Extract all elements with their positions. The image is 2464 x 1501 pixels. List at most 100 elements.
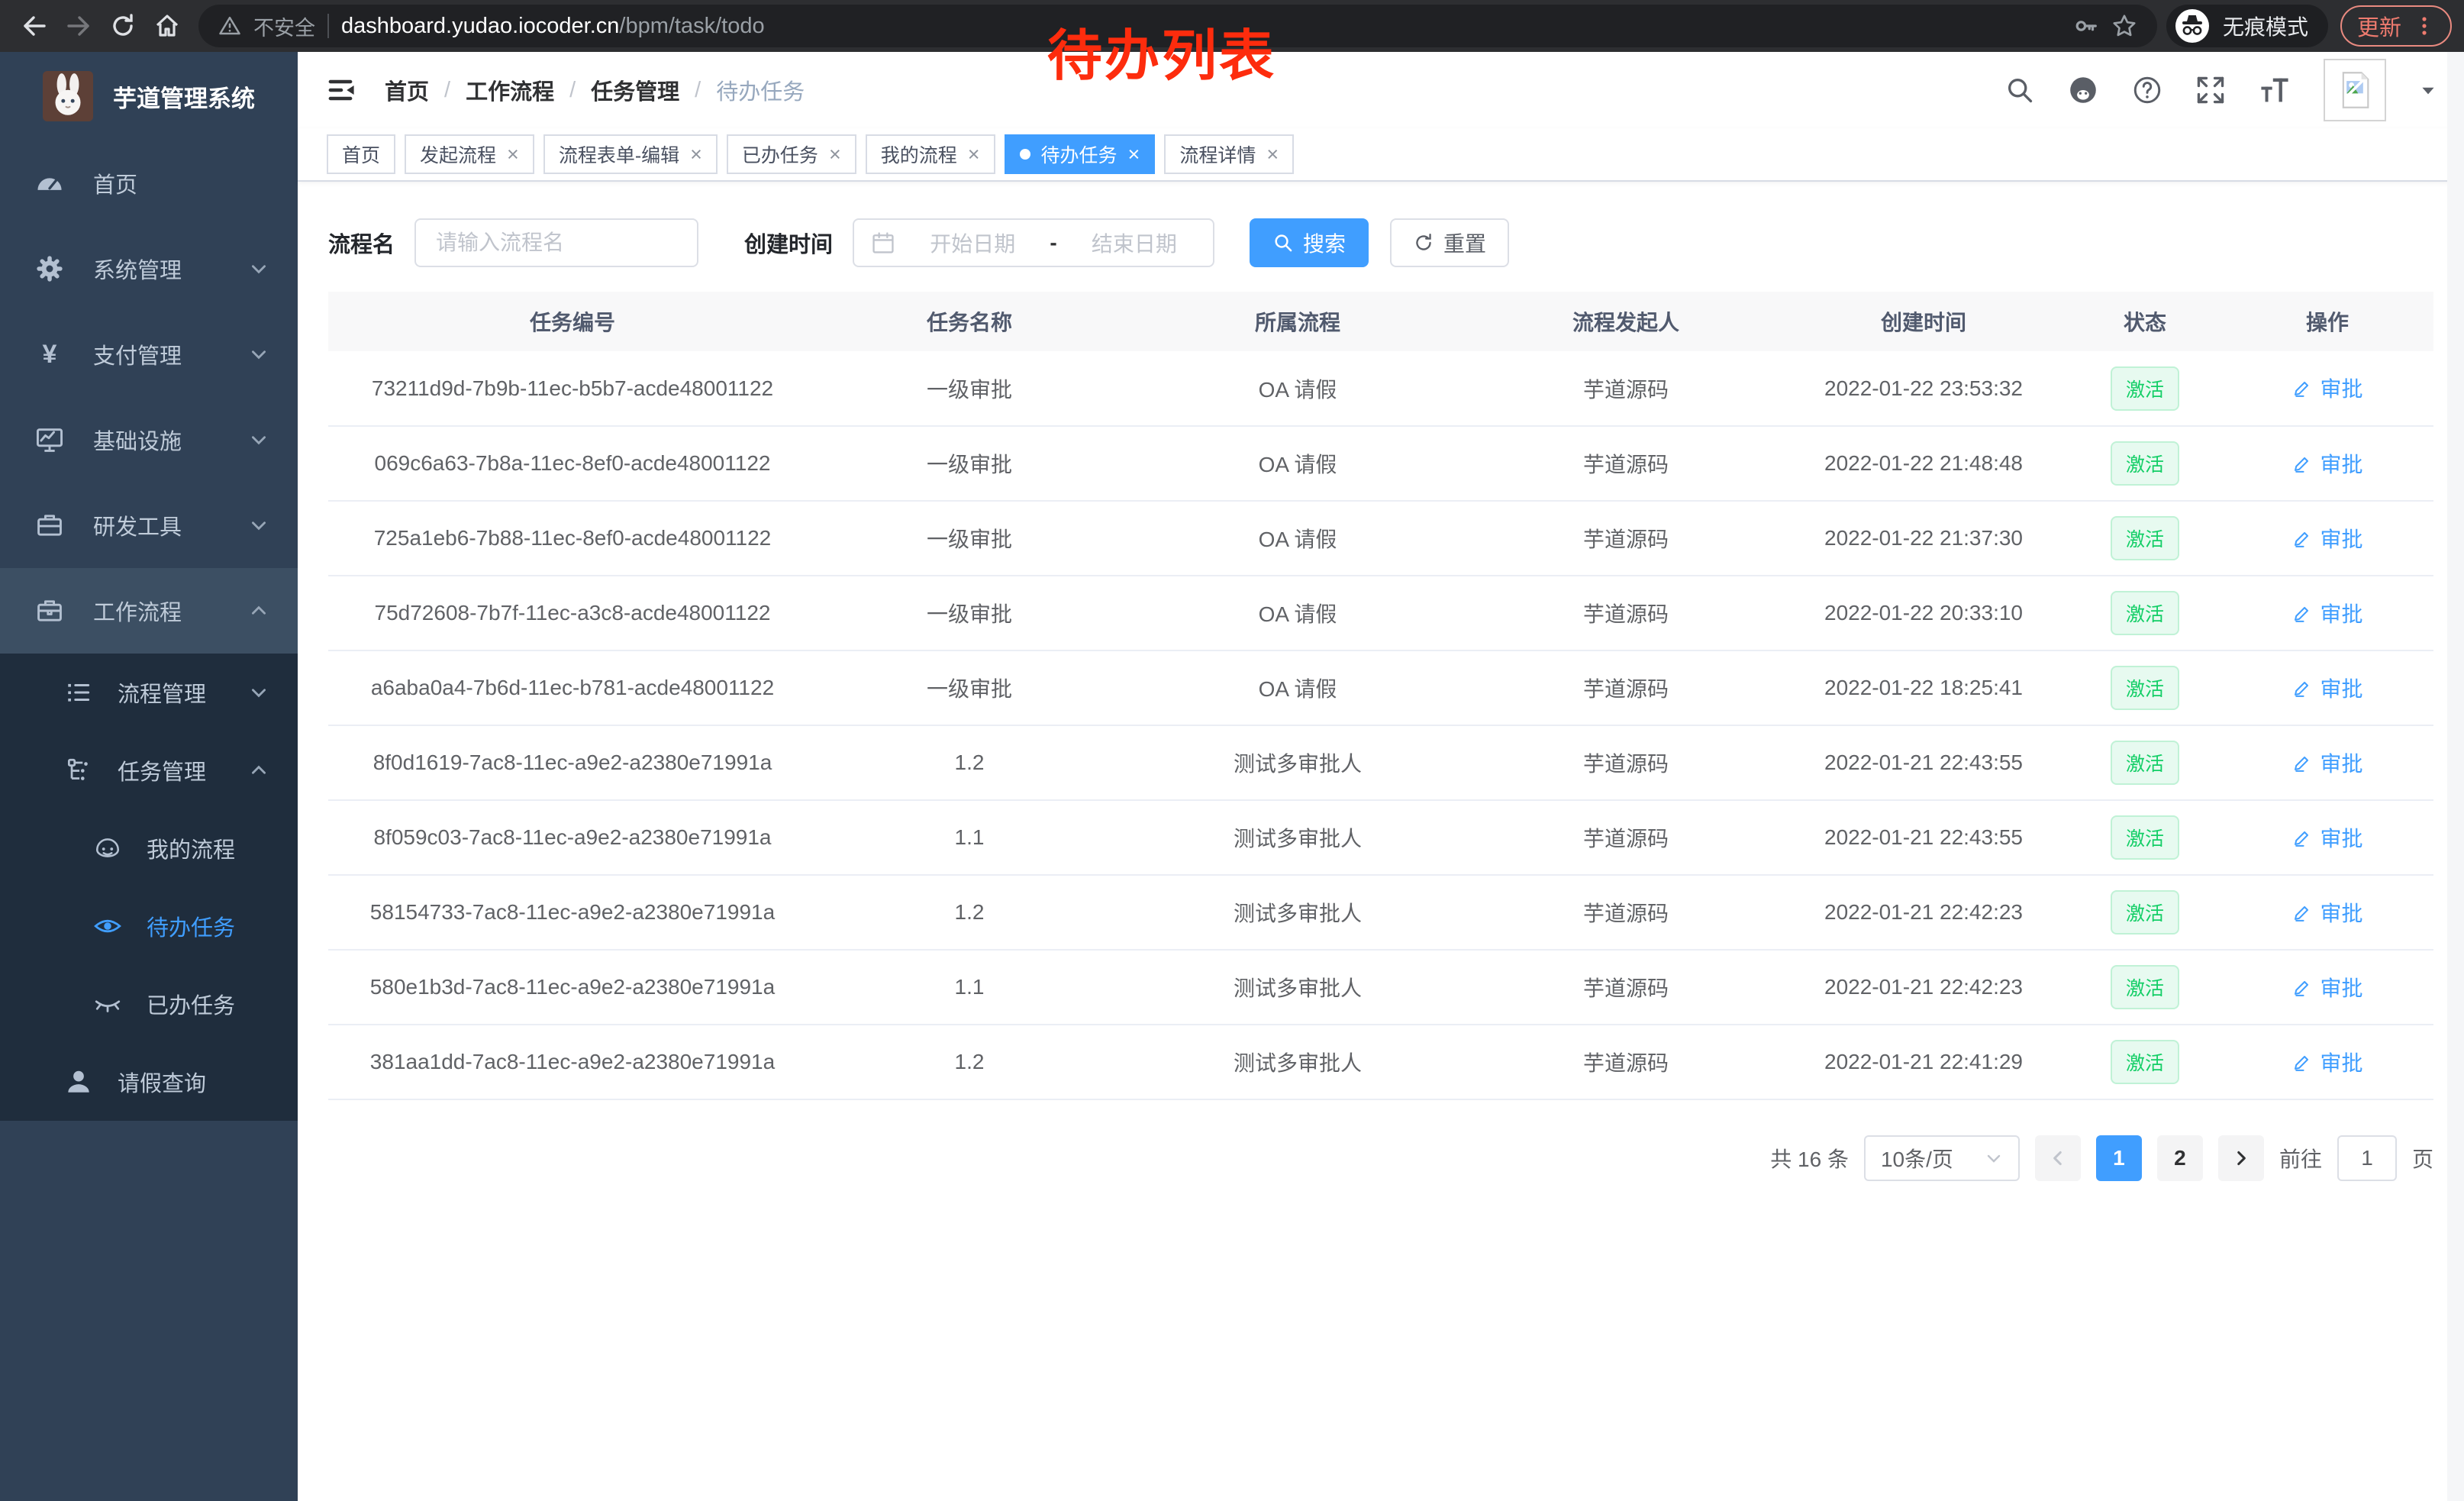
home-icon[interactable] (145, 4, 189, 48)
tab-process-form-edit[interactable]: 流程表单-编辑× (543, 134, 718, 174)
status-badge: 激活 (2111, 890, 2179, 934)
avatar[interactable] (2324, 59, 2386, 121)
cell-process: OA 请假 (1122, 501, 1473, 576)
breadcrumb-task-management[interactable]: 任务管理 (591, 74, 679, 106)
sidebar-item-label: 待办任务 (147, 910, 235, 942)
hamburger-icon[interactable] (324, 73, 357, 107)
breadcrumb: 首页 / 工作流程 / 任务管理 / 待办任务 (385, 74, 805, 106)
search-button[interactable]: 搜索 (1250, 218, 1369, 267)
approve-link[interactable]: 审批 (2291, 673, 2362, 703)
approve-link[interactable]: 审批 (2291, 972, 2362, 1002)
close-icon[interactable]: × (507, 144, 519, 165)
cell-task-name: 一级审批 (817, 576, 1122, 650)
approve-link[interactable]: 审批 (2291, 747, 2362, 778)
cell-status: 激活 (2069, 426, 2221, 501)
status-badge: 激活 (2111, 441, 2179, 486)
close-icon[interactable]: × (829, 144, 841, 165)
close-icon[interactable]: × (1128, 144, 1140, 165)
font-size-icon[interactable] (2258, 73, 2291, 107)
status-badge: 激活 (2111, 516, 2179, 560)
goto-page-input[interactable] (2337, 1135, 2397, 1181)
next-page-button[interactable] (2218, 1135, 2264, 1181)
cell-create-time: 2022-01-21 22:43:55 (1779, 725, 2069, 800)
approve-link[interactable]: 审批 (2291, 897, 2362, 928)
approve-link[interactable]: 审批 (2291, 822, 2362, 853)
star-icon[interactable] (2111, 13, 2137, 39)
active-dot (1020, 149, 1030, 160)
sidebar-item-process-management[interactable]: 流程管理 (0, 654, 298, 731)
end-date-placeholder: 结束日期 (1072, 228, 1196, 258)
sidebar-item-done-tasks[interactable]: 已办任务 (0, 965, 298, 1043)
github-icon[interactable] (2067, 74, 2099, 106)
close-icon[interactable]: × (690, 144, 702, 165)
fullscreen-icon[interactable] (2195, 75, 2226, 105)
chevron-down-icon (249, 683, 269, 702)
cell-task-name: 1.1 (817, 950, 1122, 1025)
tab-process-detail[interactable]: 流程详情× (1164, 134, 1294, 174)
approve-link[interactable]: 审批 (2291, 1047, 2362, 1077)
chevron-up-icon (249, 601, 269, 621)
reset-button[interactable]: 重置 (1390, 218, 1509, 267)
sidebar-item-payment[interactable]: ¥ 支付管理 (0, 311, 298, 397)
approve-link[interactable]: 审批 (2291, 598, 2362, 628)
sidebar-item-task-management[interactable]: 任务管理 (0, 731, 298, 809)
update-button[interactable]: 更新 (2340, 5, 2452, 47)
cell-create-time: 2022-01-22 21:37:30 (1779, 501, 2069, 576)
sidebar-item-home[interactable]: 首页 (0, 140, 298, 226)
sidebar-item-dev-tools[interactable]: 研发工具 (0, 483, 298, 568)
sidebar-item-infrastructure[interactable]: 基础设施 (0, 397, 298, 483)
question-icon[interactable] (2131, 74, 2163, 106)
sidebar-item-system[interactable]: 系统管理 (0, 226, 298, 311)
page-button-2[interactable]: 2 (2157, 1135, 2203, 1181)
gear-icon (32, 253, 67, 284)
page-button-1[interactable]: 1 (2096, 1135, 2142, 1181)
breadcrumb-home[interactable]: 首页 (385, 74, 429, 106)
cell-actions: 审批 (2221, 576, 2433, 650)
cell-task-name: 一级审批 (817, 501, 1122, 576)
breadcrumb-separator: / (569, 78, 576, 103)
col-process: 所属流程 (1122, 292, 1473, 351)
sidebar-item-my-process[interactable]: 我的流程 (0, 809, 298, 887)
close-icon[interactable]: × (1266, 144, 1279, 165)
scrollbar-track[interactable] (2447, 52, 2464, 1501)
approve-link[interactable]: 审批 (2291, 448, 2362, 479)
tab-start-process[interactable]: 发起流程× (405, 134, 534, 174)
cell-task-id: 725a1eb6-7b88-11ec-8ef0-acde48001122 (328, 501, 817, 576)
prev-page-button[interactable] (2035, 1135, 2081, 1181)
chevron-down-icon (249, 259, 269, 279)
cell-task-id: 580e1b3d-7ac8-11ec-a9e2-a2380e71991a (328, 950, 817, 1025)
tab-my-process[interactable]: 我的流程× (866, 134, 995, 174)
sidebar-item-todo-tasks[interactable]: 待办任务 (0, 887, 298, 965)
sidebar-item-leave-query[interactable]: 请假查询 (0, 1043, 298, 1121)
sidebar-item-workflow[interactable]: 工作流程 (0, 568, 298, 654)
cell-task-id: 8f0d1619-7ac8-11ec-a9e2-a2380e71991a (328, 725, 817, 800)
back-icon[interactable] (12, 4, 56, 48)
tab-home[interactable]: 首页 (327, 134, 395, 174)
cell-create-time: 2022-01-21 22:42:23 (1779, 875, 2069, 950)
cell-process: 测试多审批人 (1122, 800, 1473, 875)
kebab-menu-icon[interactable] (2414, 15, 2435, 37)
incognito-badge: 无痕模式 (2166, 5, 2328, 47)
sidebar-logo-row[interactable]: 芋道管理系统 (0, 52, 298, 140)
status-badge: 激活 (2111, 366, 2179, 411)
col-status: 状态 (2069, 292, 2221, 351)
page-size-select[interactable]: 10条/页 (1864, 1135, 2020, 1181)
approve-link[interactable]: 审批 (2291, 373, 2362, 403)
cell-process: OA 请假 (1122, 351, 1473, 426)
tab-todo-tasks[interactable]: 待办任务× (1005, 134, 1156, 174)
close-icon[interactable]: × (968, 144, 980, 165)
approve-link[interactable]: 审批 (2291, 523, 2362, 554)
tree-icon (61, 756, 96, 785)
cell-task-name: 一级审批 (817, 426, 1122, 501)
caret-down-icon[interactable] (2418, 80, 2438, 100)
tab-done-tasks[interactable]: 已办任务× (727, 134, 856, 174)
process-name-input[interactable] (414, 218, 698, 267)
reload-icon[interactable] (101, 4, 145, 48)
breadcrumb-workflow[interactable]: 工作流程 (466, 74, 554, 106)
forward-icon[interactable] (56, 4, 101, 48)
search-icon[interactable] (2004, 75, 2035, 105)
key-icon[interactable] (2073, 13, 2099, 39)
pencil-icon (2291, 752, 2313, 773)
breadcrumb-current: 待办任务 (716, 74, 805, 106)
date-range-picker[interactable]: 开始日期 - 结束日期 (853, 218, 1214, 267)
